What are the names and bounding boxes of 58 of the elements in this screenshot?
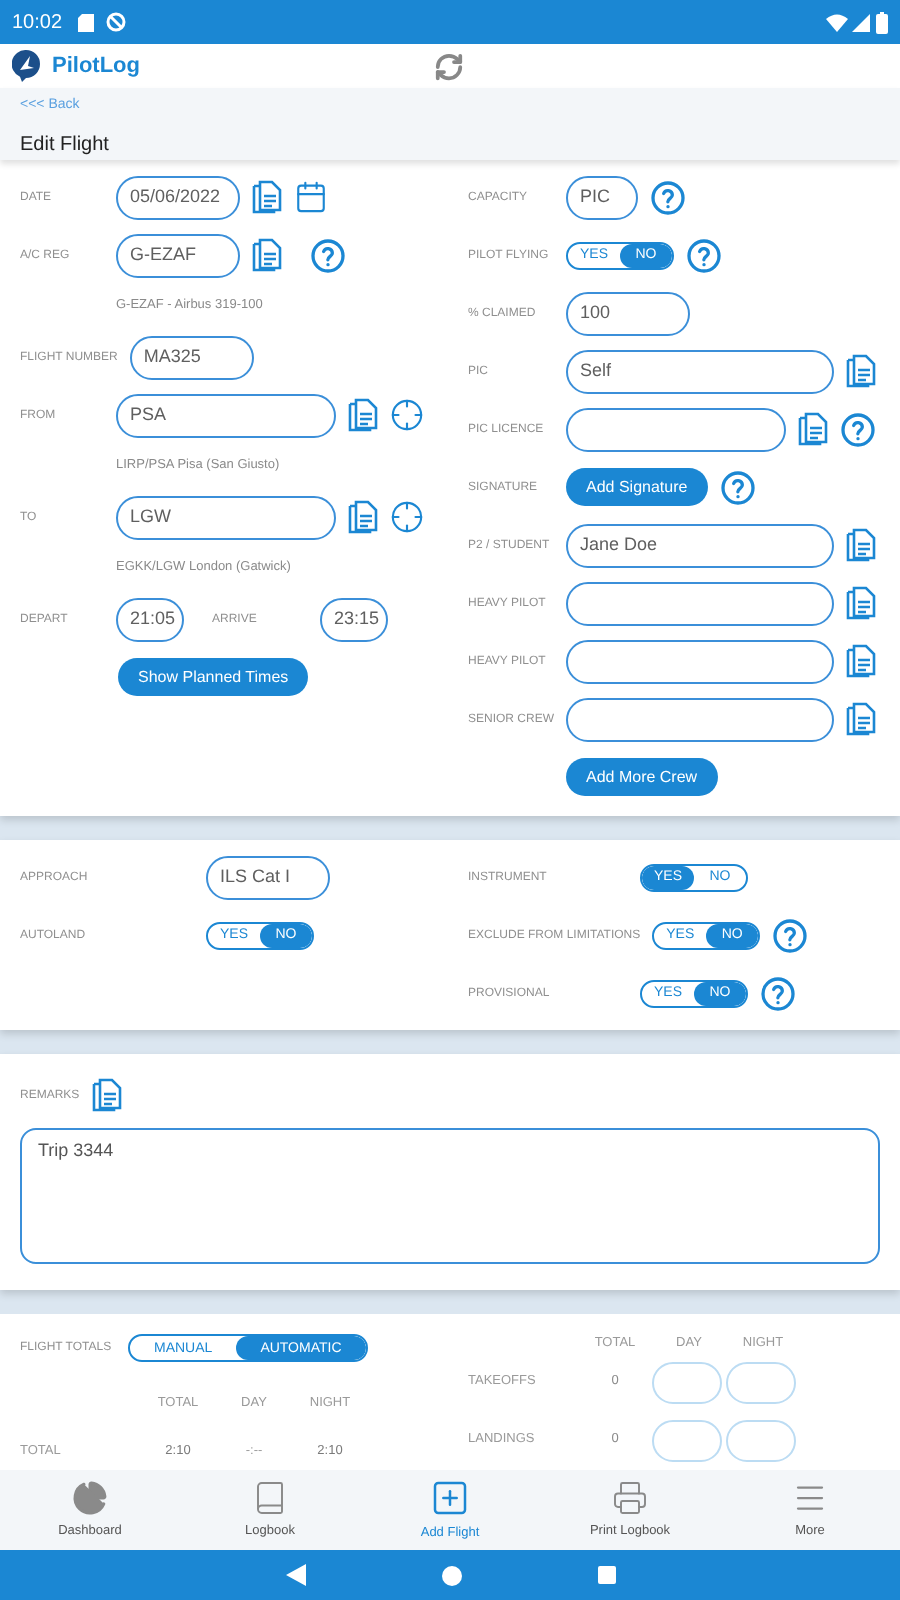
pie-chart-icon — [72, 1479, 108, 1516]
input-field[interactable]: 23:15 — [320, 597, 388, 641]
sync-off-icon — [106, 12, 127, 32]
copy-icon[interactable] — [348, 500, 378, 534]
input-field[interactable]: 05/06/2022 — [116, 175, 240, 219]
copy-icon[interactable] — [798, 412, 828, 446]
add-icon — [430, 1477, 470, 1518]
input-field[interactable]: PSA — [116, 393, 336, 437]
help-icon[interactable] — [650, 179, 686, 215]
action-button[interactable]: Add Signature — [566, 468, 708, 506]
action-button[interactable]: Show Planned Times — [118, 658, 309, 696]
copy-icon[interactable] — [846, 586, 876, 620]
sync-icon[interactable] — [434, 52, 464, 82]
input-field[interactable]: LGW — [116, 495, 336, 539]
input-field[interactable]: 100 — [566, 291, 690, 335]
wifi-icon — [826, 13, 848, 31]
help-icon[interactable] — [840, 411, 876, 447]
printer-icon — [612, 1479, 648, 1516]
copy-icon[interactable] — [252, 238, 282, 272]
battery-icon — [876, 11, 888, 33]
copy-icon[interactable] — [846, 528, 876, 562]
copy-icon[interactable] — [846, 702, 877, 736]
input-field[interactable]: PIC — [566, 175, 638, 219]
copy-icon[interactable] — [91, 1078, 122, 1112]
app-name: PilotLog — [52, 51, 140, 82]
help-icon[interactable] — [719, 469, 756, 505]
input-field[interactable]: ILS Cat I — [206, 855, 330, 899]
copy-icon[interactable] — [846, 354, 876, 388]
remarks-field[interactable]: Trip 3344 — [20, 1128, 880, 1264]
recents-icon[interactable] — [597, 1566, 615, 1584]
help-icon[interactable] — [760, 975, 796, 1011]
sd-card-icon — [78, 13, 95, 31]
book-icon — [252, 1479, 288, 1516]
copy-icon[interactable] — [252, 180, 282, 214]
action-button[interactable]: Add More Crew — [566, 758, 718, 796]
input-field[interactable]: MA325 — [129, 335, 254, 379]
status-time: 10:02 — [12, 9, 63, 37]
help-icon[interactable] — [772, 917, 809, 953]
page-title: Edit Flight — [20, 131, 111, 159]
crosshair-icon[interactable] — [390, 398, 424, 432]
home-icon[interactable] — [441, 1565, 461, 1585]
input-field[interactable] — [566, 697, 835, 741]
input-field[interactable] — [566, 581, 834, 625]
help-icon[interactable] — [310, 237, 346, 273]
signal-icon — [852, 13, 870, 31]
input-field[interactable] — [566, 407, 786, 451]
input-field[interactable]: Jane Doe — [566, 523, 834, 567]
back-icon[interactable] — [285, 1564, 305, 1586]
input-field[interactable]: G-EZAF — [116, 233, 240, 277]
copy-icon[interactable] — [846, 644, 876, 678]
crosshair-icon[interactable] — [390, 500, 424, 534]
input-field[interactable] — [566, 639, 834, 683]
app-logo-icon — [12, 50, 40, 82]
help-icon[interactable] — [686, 237, 722, 273]
copy-icon[interactable] — [348, 398, 378, 432]
calendar-icon[interactable] — [294, 180, 328, 214]
input-field[interactable]: Self — [566, 349, 834, 393]
input-field[interactable]: 21:05 — [116, 597, 184, 641]
